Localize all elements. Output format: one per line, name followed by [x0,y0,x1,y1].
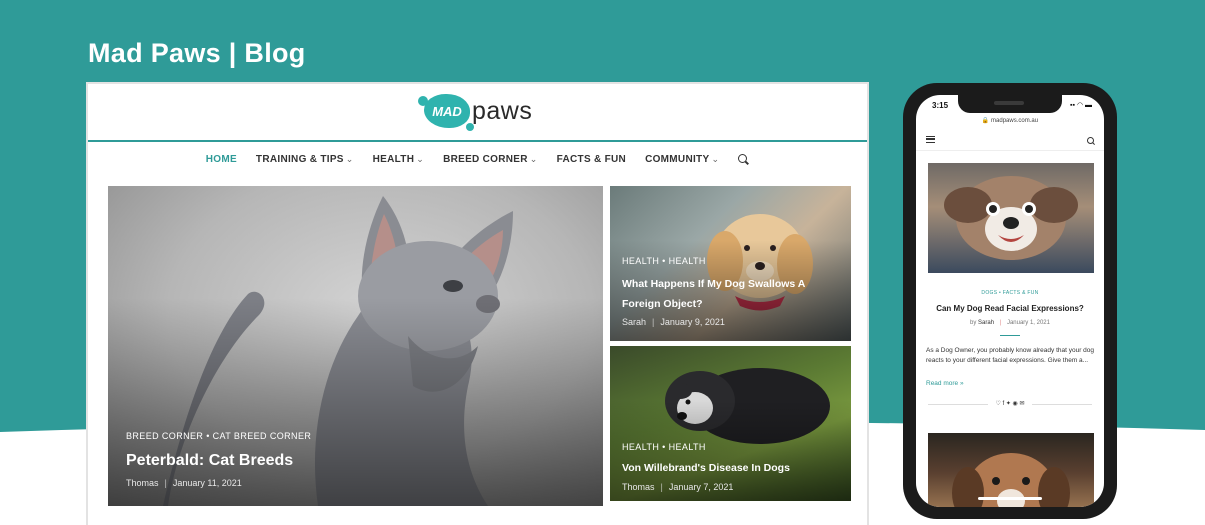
post-card[interactable]: HEALTH • HEALTH Von Willebrand's Disease… [610,346,851,501]
nav-breed-corner-label: BREED CORNER [443,154,528,165]
chevron-down-icon: ⌄ [416,154,425,164]
page-title: Mad Paws | Blog [88,38,306,68]
chevron-down-icon: ⌄ [529,154,538,164]
phone-post-byline: by Sarah | January 1, 2021 [916,320,1104,326]
featured-post-title[interactable]: Peterbald: Cat Breeds [126,452,293,470]
post-card-categories[interactable]: HEALTH • HEALTH [622,442,706,452]
phone-notch [958,95,1062,113]
byline-separator: | [999,320,1002,326]
dog-photo[interactable] [928,433,1094,507]
post-card[interactable]: HEALTH • HEALTH What Happens If My Dog S… [610,186,851,341]
share-icons[interactable]: ♡ f ✦ ◉ ✉ [916,400,1104,407]
search-icon[interactable] [738,154,749,165]
nav-community-label: COMMUNITY [645,154,710,165]
desktop-mockup: MAD paws HOME TRAINING & TIPS ⌄ HEALTH ⌄ B… [86,82,869,525]
divider [1000,335,1020,336]
post-card-date: January 7, 2021 [668,482,734,492]
phone-post-categories[interactable]: DOGS • FACTS & FUN [916,290,1104,296]
featured-post-meta: Thomas | January 11, 2021 [126,478,242,488]
address-bar[interactable]: 🔒 madpaws.com.au [916,117,1104,124]
status-icons: ▪▪ ◠ ▬ [1070,102,1092,109]
search-icon[interactable] [1087,137,1094,144]
phone-post-excerpt: As a Dog Owner, you probably know alread… [926,347,1095,364]
post-card-title[interactable]: What Happens If My Dog Swallows A Foreig… [622,274,827,314]
logo-wordmark: paws [472,96,533,125]
read-more-link[interactable]: Read more » [926,380,964,387]
phone-post-date: January 1, 2021 [1006,320,1050,326]
nav-community[interactable]: COMMUNITY ⌄ [645,154,719,165]
home-indicator[interactable] [978,497,1042,500]
nav-training-tips[interactable]: TRAINING & TIPS ⌄ [256,154,354,165]
phone-screen: 3:15 ▪▪ ◠ ▬ 🔒 madpaws.com.au DOGS • FACT… [916,95,1104,507]
nav-home[interactable]: HOME [206,154,237,165]
phone-header [916,129,1104,151]
featured-post-author[interactable]: Thomas [126,478,159,488]
byline-prefix: by [970,320,977,326]
meta-separator: | [660,482,663,492]
nav-health[interactable]: HEALTH ⌄ [373,154,424,165]
mad-paws-logo[interactable]: MAD paws [418,94,533,131]
post-card-meta: Sarah | January 9, 2021 [622,317,725,327]
dog-face-photo[interactable] [928,163,1094,273]
site-header: MAD paws [88,84,867,142]
phone-mockup: 3:15 ▪▪ ◠ ▬ 🔒 madpaws.com.au DOGS • FACT… [903,83,1117,519]
logo-mark: MAD [418,94,474,131]
post-card-author[interactable]: Thomas [622,482,655,492]
featured-post-categories[interactable]: BREED CORNER • CAT BREED CORNER [126,431,311,441]
dog-illustration [952,453,1070,507]
logo-mark-text: MAD [432,103,462,119]
post-card-categories[interactable]: HEALTH • HEALTH [622,256,706,266]
menu-icon[interactable] [926,136,935,143]
meta-separator: | [164,478,167,488]
post-card-title[interactable]: Von Willebrand's Disease In Dogs [622,462,790,474]
main-nav: HOME TRAINING & TIPS ⌄ HEALTH ⌄ BREED CORN… [88,154,867,165]
meta-separator: | [652,317,655,327]
chevron-down-icon: ⌄ [711,154,720,164]
phone-post-author[interactable]: Sarah [978,320,994,326]
post-card-date: January 9, 2021 [660,317,725,327]
nav-facts-fun[interactable]: FACTS & FUN [557,154,626,165]
nav-breed-corner[interactable]: BREED CORNER ⌄ [443,154,538,165]
phone-post-title[interactable]: Can My Dog Read Facial Expressions? [916,304,1104,313]
nav-health-label: HEALTH [372,154,415,165]
chevron-down-icon: ⌄ [345,154,354,164]
status-time: 3:15 [932,101,949,110]
card-gradient-overlay [610,346,851,501]
post-card-meta: Thomas | January 7, 2021 [622,482,733,492]
nav-training-tips-label: TRAINING & TIPS [255,154,344,165]
post-card-author[interactable]: Sarah [622,317,646,327]
featured-post[interactable]: BREED CORNER • CAT BREED CORNER Peterbal… [108,186,603,506]
featured-post-date: January 11, 2021 [172,478,242,488]
dog-face-illustration [944,176,1078,260]
